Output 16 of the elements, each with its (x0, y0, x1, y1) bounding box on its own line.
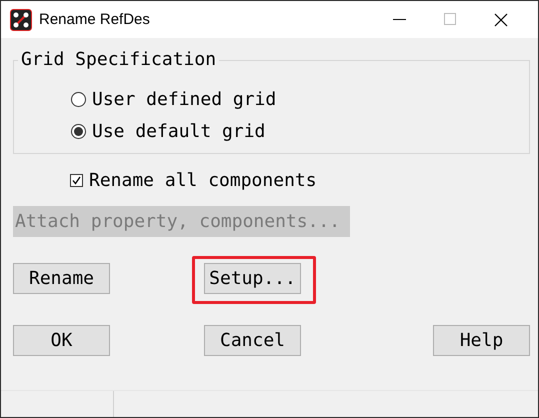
help-button[interactable]: Help (433, 325, 530, 356)
radio-button[interactable] (71, 124, 86, 138)
checkbox-label[interactable]: Rename all components (89, 170, 317, 190)
window-title: Rename RefDes (39, 11, 151, 28)
radio-label[interactable]: User defined grid (92, 88, 276, 110)
ok-button[interactable]: OK (13, 325, 110, 356)
setup-button[interactable]: Setup... (204, 263, 301, 294)
checkbox[interactable] (70, 174, 83, 186)
app-icon (10, 8, 32, 30)
close-icon[interactable] (494, 12, 508, 26)
cancel-button[interactable]: Cancel (204, 325, 301, 356)
group-title: Grid Specification (18, 48, 220, 72)
radio-button[interactable] (71, 92, 86, 106)
rename-button[interactable]: Rename (13, 263, 110, 294)
minimize-icon[interactable] (392, 18, 406, 20)
radio-label[interactable]: Use default grid (92, 120, 266, 142)
